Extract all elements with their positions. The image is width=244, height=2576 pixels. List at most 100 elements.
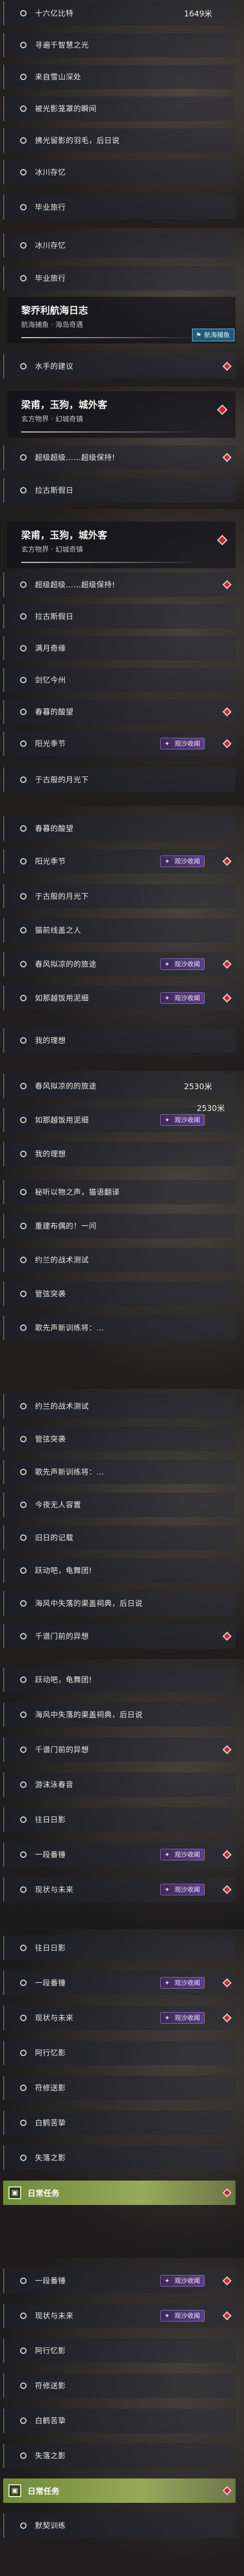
illusion-tag[interactable]: 观沙收闻 — [160, 855, 205, 867]
quest-row[interactable]: 千谱门前的异想 — [3, 1737, 236, 1762]
quest-row[interactable]: 失落之影 — [3, 2146, 236, 2170]
quest-row[interactable]: 千谱门前的异想 — [3, 1624, 236, 1648]
illusion-tag[interactable]: 观沙收闻 — [160, 2012, 205, 2024]
quest-row[interactable]: 毕业旅行 — [3, 266, 236, 290]
quest-row[interactable]: 十六亿比特 1649米 — [3, 1, 236, 25]
circle-bullet-icon — [20, 740, 27, 747]
quest-row[interactable]: 符修送影 — [3, 2076, 236, 2100]
daily-quest-label: 日常任务 — [28, 2486, 60, 2496]
quest-row[interactable]: 海风中失落的渠盖祠典，后日说 — [3, 1702, 236, 1727]
quest-row[interactable]: 被光影笼罩的瞬间 — [3, 96, 236, 121]
circle-bullet-icon — [20, 2155, 27, 2161]
red-diamond-marker-icon — [222, 1978, 232, 1988]
quest-row[interactable]: 阳光季节 观沙收闻 — [3, 849, 236, 874]
quest-row[interactable]: 歌先声新训练将：… — [3, 1316, 236, 1340]
quest-row[interactable]: 跃动吧，龟舞团! — [3, 1558, 236, 1583]
quest-chapter-header[interactable]: 梁甫，玉狗，城外客 玄方物界 · 幻城奇镇 — [7, 391, 236, 438]
quest-row[interactable]: 白鹤苦挚 — [3, 2111, 236, 2135]
quest-row[interactable]: 海风中失落的渠盖祠典，后日说 — [3, 1591, 236, 1616]
quest-row[interactable]: 春风拟凉的的旅途 2530米 — [3, 1074, 236, 1098]
quest-row[interactable]: 冰川存忆 — [3, 233, 236, 258]
quest-row[interactable]: 水手的建议 — [3, 354, 236, 378]
circle-bullet-icon — [20, 1403, 27, 1409]
quest-chapter-header[interactable]: 黎乔利航海日志 航海捕鱼 · 海岛奇遇 航海捕鱼 — [7, 297, 236, 343]
quest-row[interactable]: 一段番锤 观沙收闻 — [3, 1971, 236, 1995]
circle-bullet-icon — [20, 2015, 27, 2021]
quest-row[interactable]: 于古般的月光下 — [3, 884, 236, 908]
quest-row[interactable]: 管弦突袭 — [3, 1282, 236, 1306]
quest-chapter-header[interactable]: 梁甫，玉狗，城外客 玄方物界 · 幻城奇镇 — [7, 522, 236, 568]
quest-label: 秘听以物之声，猫语翻译 — [35, 1188, 120, 1197]
quest-row[interactable]: 白鹤苦挚 — [3, 2409, 236, 2433]
quest-row[interactable]: 拉古斯假日 — [3, 478, 236, 502]
daily-quest-bar[interactable]: ▣ 日常任务 — [3, 2478, 236, 2503]
quest-row[interactable]: 来自雪山深处 — [3, 65, 236, 89]
daily-quest-bar[interactable]: ▣ 日常任务 — [3, 2181, 236, 2205]
quest-row[interactable]: 游沫泳春音 — [3, 1772, 236, 1797]
quest-label: 水手的建议 — [35, 363, 74, 371]
quest-row[interactable]: 今夜无人容置 — [3, 1493, 236, 1517]
quest-row[interactable]: 符修送影 — [3, 2374, 236, 2398]
illusion-tag[interactable]: 观沙收闻 — [160, 1884, 205, 1895]
quest-row[interactable]: 往日日影 — [3, 1936, 236, 1960]
quest-row[interactable]: 阿行忆影 — [3, 2339, 236, 2363]
quest-row[interactable]: 跃动吧，龟舞团! — [3, 1668, 236, 1692]
quest-row[interactable]: 现状与未来 观沙收闻 — [3, 2006, 236, 2030]
illusion-tag[interactable]: 观沙收闻 — [160, 1114, 205, 1126]
quest-panel-8: 跃动吧，龟舞团! 海风中失落的渠盖祠典，后日说 千谱门前的异想 游沫泳春音 往日… — [0, 1659, 244, 1929]
illusion-tag[interactable]: 观沙收闻 — [160, 2275, 205, 2287]
circle-bullet-icon — [20, 1945, 27, 1951]
quest-row[interactable]: 满月奇缘 — [3, 636, 236, 660]
illusion-tag[interactable]: 观沙收闻 — [160, 992, 205, 1004]
quest-row[interactable]: 失落之影 — [3, 2443, 236, 2468]
circle-bullet-icon — [20, 137, 27, 144]
quest-row[interactable]: 剑忆今州 — [3, 668, 236, 692]
quest-row[interactable]: 往日日影 — [3, 1807, 236, 1832]
quest-row[interactable]: 如那越饭用泥细 观沙收闻 — [3, 986, 236, 1010]
quest-row[interactable]: 春暮的酸望 — [3, 700, 236, 724]
circle-bullet-icon — [20, 363, 27, 369]
quest-row[interactable]: 歌先声新训练将：… — [3, 1460, 236, 1484]
quest-row[interactable]: 约兰的战术测试 — [3, 1248, 236, 1272]
quest-row[interactable]: 旧日的记载 — [3, 1525, 236, 1550]
quest-row[interactable]: 春风拟凉的的旅途 观沙收闻 — [3, 952, 236, 976]
illusion-tag[interactable]: 观沙收闻 — [160, 2310, 205, 2322]
quest-label: 一段番锤 — [35, 2277, 66, 2286]
quest-row[interactable]: 一段番锤 观沙收闻 — [3, 2269, 236, 2293]
quest-row[interactable]: 春暮的酸望 — [3, 816, 236, 841]
quest-row[interactable]: 我的理想 — [3, 1028, 236, 1053]
quest-row[interactable]: 我的理想 — [3, 1142, 236, 1166]
quest-row[interactable]: 现状与未来 观沙收闻 — [3, 2304, 236, 2328]
quest-label: 毕业旅行 — [35, 275, 66, 283]
quest-label: 我的理想 — [35, 1037, 66, 1045]
quest-row[interactable]: 拂光留影的羽毛，后日说 — [3, 128, 236, 153]
circle-bullet-icon — [20, 1151, 27, 1157]
quest-row[interactable]: 如那越饭用泥细 观沙收闻 2530米 — [3, 1104, 236, 1132]
quest-row[interactable]: 重建布偶的！一问 — [3, 1214, 236, 1238]
quest-label: 符修送影 — [35, 2084, 66, 2093]
quest-row[interactable]: 寻遍千智慧之光 — [3, 33, 236, 57]
quest-distance: 1649米 — [184, 8, 212, 19]
quest-row[interactable]: 秘听以物之声，猫语翻译 — [3, 1180, 236, 1204]
quest-row[interactable]: 阳光季节 观沙收闻 — [3, 731, 236, 756]
quest-row[interactable]: 猫前线盖之人 — [3, 918, 236, 942]
illusion-tag[interactable]: 观沙收闻 — [160, 1977, 205, 1989]
quest-row[interactable]: 管弦突袭 — [3, 1427, 236, 1451]
sea-tag[interactable]: 航海捕鱼 — [191, 329, 234, 341]
quest-row[interactable]: 阿行忆影 — [3, 2041, 236, 2065]
illusion-tag[interactable]: 观沙收闻 — [160, 1849, 205, 1860]
quest-row[interactable]: 现状与未来 观沙收闻 — [3, 1877, 236, 1902]
quest-row[interactable]: 毕业旅行 — [3, 195, 236, 219]
quest-row[interactable]: 于古般的月光下 — [3, 767, 236, 792]
quest-row[interactable]: 冰川存忆 — [3, 160, 236, 184]
quest-row[interactable]: 约兰的战术测试 — [3, 1394, 236, 1418]
quest-row[interactable]: 超级超级……超级保持! — [3, 445, 236, 470]
illusion-tag[interactable]: 观沙收闻 — [160, 738, 205, 749]
quest-row[interactable]: 拉古斯假日 — [3, 604, 236, 629]
illusion-tag[interactable]: 观沙收闻 — [160, 958, 205, 970]
circle-bullet-icon — [20, 242, 27, 249]
quest-row[interactable]: 一段番锤 观沙收闻 — [3, 1842, 236, 1867]
quest-row[interactable]: 默契训练 — [3, 2513, 236, 2538]
circle-bullet-icon — [20, 677, 27, 683]
quest-row[interactable]: 超级超级……超级保持! — [3, 572, 236, 597]
